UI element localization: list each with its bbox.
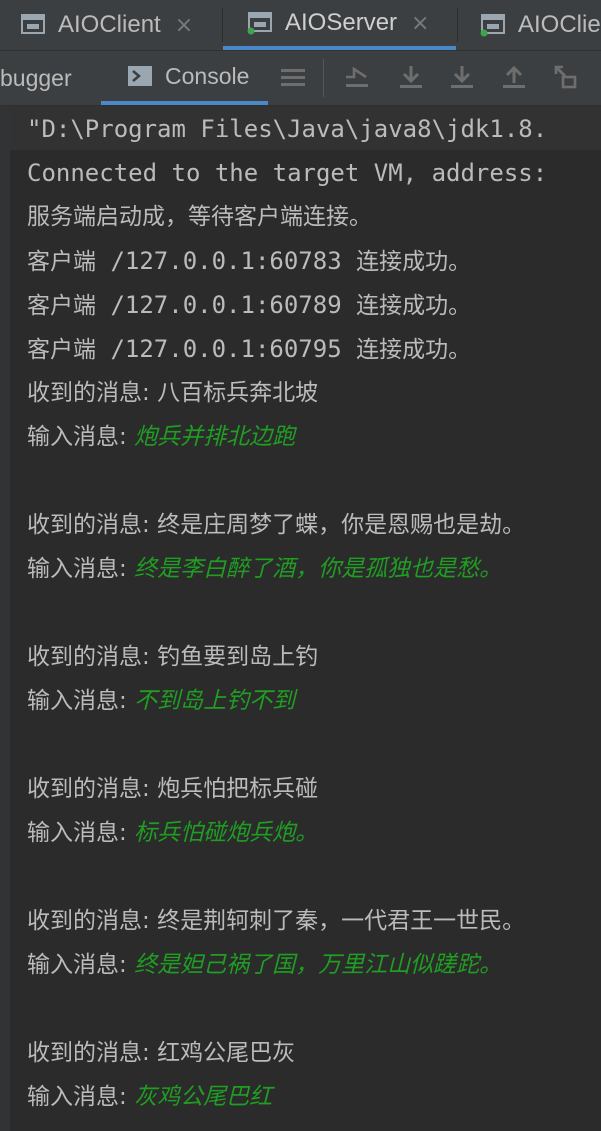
input-message: 炮兵并排北边跑	[134, 424, 296, 450]
debug-toolbar: bugger Console	[0, 51, 601, 106]
client-prefix: 客户端	[27, 249, 96, 275]
step-into-icon[interactable]	[447, 63, 477, 93]
tab-aioserver[interactable]: AIOServer ×	[223, 0, 456, 50]
console-received-line: 收到的消息: 炮兵怕把标兵碰	[27, 774, 318, 804]
console-input-line: 输入消息: 终是李白醉了酒，你是孤独也是愁。	[27, 554, 502, 584]
run-tab-bar: AIOClient × AIOServer × AIOClie	[0, 0, 601, 51]
client-address: /127.0.0.1:60789	[96, 291, 357, 319]
client-status: 连接成功。	[356, 337, 472, 363]
console-input-line: 输入消息: 炮兵并排北边跑	[27, 422, 295, 452]
tab-label: AIOClient	[58, 11, 161, 38]
console-client-line: 客户端 /127.0.0.1:60783 连接成功。	[27, 246, 471, 277]
input-message: 不到岛上钓不到	[134, 688, 296, 714]
input-message: 灰鸡公尾巴红	[134, 1084, 273, 1110]
input-label: 输入消息:	[27, 556, 135, 582]
tab-console[interactable]: Console	[101, 51, 268, 105]
console-received-line: 收到的消息: 终是荆轲刺了秦，一代君王一世民。	[27, 906, 525, 936]
received-message: 终是庄周梦了蝶，你是恩赐也是劫。	[157, 512, 526, 538]
console-received-line: 收到的消息: 钓鱼要到岛上钓	[27, 642, 318, 672]
received-message: 红鸡公尾巴灰	[157, 1040, 296, 1066]
step-over-icon[interactable]	[396, 63, 426, 93]
close-icon[interactable]: ×	[175, 13, 193, 38]
received-message: 钓鱼要到岛上钓	[157, 644, 319, 670]
console-input-line: 输入消息: 终是妲己祸了国，万里江山似蹉跎。	[27, 950, 502, 980]
toolbar-divider	[323, 59, 324, 97]
console-input-line: 输入消息: 标兵怕碰炮兵炮。	[27, 818, 318, 848]
console-client-line: 客户端 /127.0.0.1:60795 连接成功。	[27, 334, 471, 365]
client-status: 连接成功。	[356, 249, 472, 275]
input-label: 输入消息:	[27, 820, 135, 846]
show-execution-point-icon[interactable]	[342, 63, 372, 93]
run-config-icon	[247, 11, 275, 35]
input-label: 输入消息:	[27, 688, 135, 714]
input-message: 终是李白醉了酒，你是孤独也是愁。	[134, 556, 503, 582]
console-server-started: 服务端启动成，等待客户端连接。	[27, 204, 372, 230]
received-label: 收到的消息:	[27, 512, 158, 538]
console-received-line: 收到的消息: 八百标兵奔北坡	[27, 378, 318, 408]
run-config-icon	[480, 13, 508, 37]
run-config-icon	[20, 13, 48, 37]
input-message: 终是妲己祸了国，万里江山似蹉跎。	[134, 952, 503, 978]
tab-console-label: Console	[165, 62, 250, 89]
tab-label: AIOClie	[518, 11, 601, 38]
run-to-cursor-icon[interactable]	[551, 63, 581, 93]
console-received-line: 收到的消息: 红鸡公尾巴灰	[27, 1038, 295, 1068]
received-message: 炮兵怕把标兵碰	[157, 776, 319, 802]
console-connected-line: Connected to the target VM, address:	[27, 159, 548, 187]
close-icon[interactable]: ×	[411, 11, 429, 36]
received-label: 收到的消息:	[27, 380, 158, 406]
menu-icon[interactable]	[278, 63, 308, 93]
input-label: 输入消息:	[27, 952, 135, 978]
tab-aioclient[interactable]: AIOClient ×	[20, 0, 193, 50]
console-command-line: "D:\Program Files\Java\java8\jdk1.8.	[27, 115, 548, 143]
client-address: /127.0.0.1:60795	[96, 335, 357, 363]
console-input-line: 输入消息: 灰鸡公尾巴红	[27, 1082, 272, 1112]
received-label: 收到的消息:	[27, 776, 158, 802]
tab-label: AIOServer	[285, 9, 398, 36]
received-label: 收到的消息:	[27, 1040, 158, 1066]
client-status: 连接成功。	[356, 293, 472, 319]
tab-debugger[interactable]: bugger	[0, 51, 72, 105]
received-label: 收到的消息:	[27, 908, 158, 934]
tab-aioclient-2[interactable]: AIOClie	[480, 0, 601, 50]
ide-run-window: AIOClient × AIOServer × AIOClie bugger C…	[0, 0, 601, 1131]
client-prefix: 客户端	[27, 337, 96, 363]
input-label: 输入消息:	[27, 1084, 135, 1110]
received-label: 收到的消息:	[27, 644, 158, 670]
client-prefix: 客户端	[27, 293, 96, 319]
received-message: 八百标兵奔北坡	[157, 380, 319, 406]
console-client-line: 客户端 /127.0.0.1:60789 连接成功。	[27, 290, 471, 321]
tab-divider	[457, 8, 458, 42]
console-icon	[127, 65, 153, 87]
input-message: 标兵怕碰炮兵炮。	[134, 820, 319, 846]
console-received-line: 收到的消息: 终是庄周梦了蝶，你是恩赐也是劫。	[27, 510, 525, 540]
tab-debugger-label: bugger	[0, 64, 72, 91]
client-address: /127.0.0.1:60783	[96, 247, 357, 275]
console-input-line: 输入消息: 不到岛上钓不到	[27, 686, 295, 716]
input-label: 输入消息:	[27, 424, 135, 450]
received-message: 终是荆轲刺了秦，一代君王一世民。	[157, 908, 526, 934]
step-out-icon[interactable]	[499, 63, 529, 93]
